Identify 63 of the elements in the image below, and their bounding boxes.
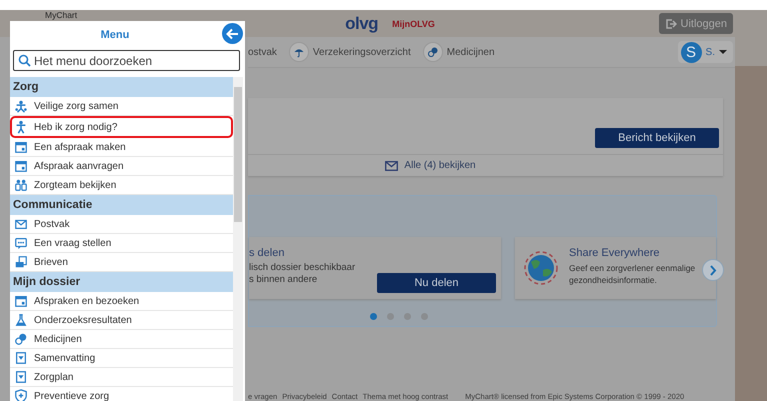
flask-icon: [14, 313, 28, 327]
shield-icon: [14, 389, 28, 401]
menu-item[interactable]: Veilige zorg samen: [10, 97, 233, 116]
envelope-icon: [385, 160, 398, 170]
carousel-dot[interactable]: [370, 313, 377, 320]
document-icon: [14, 370, 28, 384]
letter-icon: [14, 255, 28, 269]
menu-item[interactable]: Samenvatting: [10, 349, 233, 368]
menu-item[interactable]: Afspraak aanvragen: [10, 157, 233, 176]
search-icon: [18, 54, 31, 67]
logout-icon: [664, 18, 677, 30]
share-button[interactable]: Nu delen: [377, 273, 496, 293]
chat-bubble-icon: [14, 236, 28, 250]
site-name: MijnOLVG: [392, 18, 435, 28]
menu-item[interactable]: Zorgplan: [10, 368, 233, 387]
arrow-left-icon: [226, 28, 239, 40]
card-title: s delen: [249, 247, 286, 259]
menu-section-header: Zorg: [10, 77, 233, 97]
nav-link[interactable]: Verzekeringsoverzicht: [312, 46, 411, 58]
back-button[interactable]: [222, 23, 243, 44]
nav-link[interactable]: ostvak: [248, 46, 277, 58]
nav-icon-circle[interactable]: [422, 42, 443, 62]
people-circle-icon: [14, 99, 28, 113]
avatar: S: [680, 42, 702, 62]
search-field[interactable]: Het menu doorzoeken: [13, 50, 240, 71]
chevron-right-icon: [709, 264, 717, 276]
menu-item[interactable]: Afspraken en bezoeken: [10, 292, 233, 311]
carousel-dot[interactable]: [404, 313, 411, 320]
menu-item[interactable]: Een vraag stellen: [10, 234, 233, 253]
group-icon: [14, 178, 28, 192]
calendar-icon: [14, 159, 28, 173]
menu-item[interactable]: Een afspraak maken: [10, 138, 233, 157]
calendar-icon: [14, 294, 28, 308]
nav-icon-circle[interactable]: [288, 42, 309, 62]
carousel-dot[interactable]: [421, 313, 428, 320]
carousel-dot[interactable]: [387, 313, 394, 320]
caret-icon: [719, 50, 727, 54]
menu-item[interactable]: Preventieve zorg: [10, 387, 233, 401]
scrollbar-thumb[interactable]: [234, 87, 242, 222]
next-button[interactable]: [702, 259, 724, 281]
menu-section-header: Communicatie: [10, 195, 233, 215]
card-text: Geef een zorgverlener eenmalige gezondheidsinformatie.: [569, 262, 696, 286]
menu-title: Menu: [100, 28, 130, 42]
calendar-icon: [14, 140, 28, 154]
menu-item[interactable]: Postvak: [10, 215, 233, 234]
card-title: Share Everywhere: [569, 247, 660, 259]
person-icon: [14, 120, 28, 134]
logo-text[interactable]: olvg: [345, 14, 378, 34]
menu-item[interactable]: Onderzoeksresultaten: [10, 311, 233, 330]
envelope-icon: [14, 217, 28, 231]
nav-link[interactable]: Medicijnen: [446, 46, 495, 58]
card-text: lisch dossier beschikbaar s binnen andere: [249, 262, 356, 286]
pills-icon: [14, 332, 28, 346]
document-icon: [14, 351, 28, 365]
menu-item[interactable]: Heb ik zorg nodig?: [10, 116, 233, 138]
menu-section-header: Mijn dossier: [10, 272, 233, 292]
view-all-link[interactable]: Alle (4) bekijken: [404, 160, 476, 171]
menu-item[interactable]: Medicijnen: [10, 330, 233, 349]
user-menu-button[interactable]: S S.: [678, 41, 733, 63]
view-message-button[interactable]: Bericht bekijken: [595, 128, 719, 148]
pills-icon: [426, 46, 439, 58]
scrollbar[interactable]: [233, 77, 243, 401]
brand-text: MyChart: [45, 10, 78, 20]
